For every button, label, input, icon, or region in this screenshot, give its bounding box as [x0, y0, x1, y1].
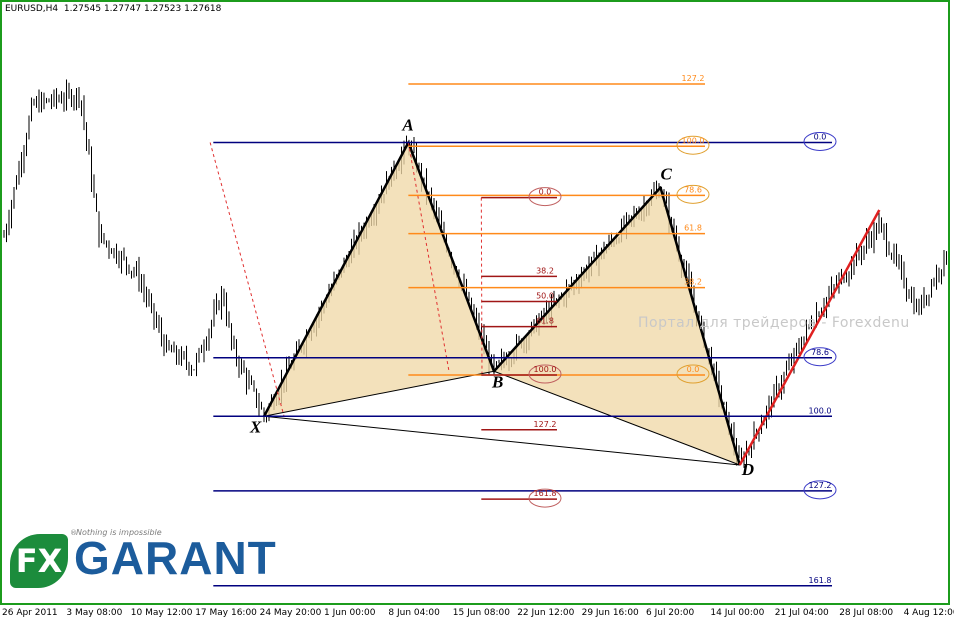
- bc-fib-label: 78.6: [684, 185, 702, 194]
- point-label-X: X: [249, 417, 262, 436]
- bc-fib-label: 100.0: [682, 136, 705, 145]
- point-label-B: B: [491, 372, 503, 391]
- ab-fib-label: 127.2: [534, 420, 557, 429]
- ohlc-values: 1.27545 1.27747 1.27523 1.27618: [63, 4, 222, 14]
- fxgarant-logo[interactable]: FX ® Nothing is impossible GARANT: [10, 527, 276, 589]
- ab-fib-label: 100.0: [534, 365, 557, 374]
- logo-name: GARANT: [74, 532, 277, 584]
- ab-fib-label: 50.0: [536, 292, 554, 301]
- x-axis-ticks: 26 Apr 2011 3 May 08:00 10 May 12:00 17 May…: [0, 608, 954, 623]
- bc-fib-label: 0.0: [687, 365, 700, 374]
- point-label-C: C: [660, 165, 672, 184]
- xa-fib-label: 78.6: [811, 348, 829, 357]
- chart-title: EURUSD,H4 1.27545 1.27747 1.27523 1.2761…: [5, 4, 221, 14]
- projection-line: [738, 209, 881, 466]
- xa-fib-label: 100.0: [809, 406, 832, 415]
- x-tick-label: 6 Jul 20:00: [646, 608, 695, 618]
- xa-fib-label: 0.0: [814, 133, 827, 142]
- x-tick-label: 4 Aug 12:00: [903, 608, 954, 618]
- ab-fib-label: 38.2: [536, 266, 554, 275]
- x-tick-label: 10 May 12:00: [130, 608, 193, 618]
- ab-fib-label: 161.8: [534, 489, 557, 498]
- x-tick-label: 22 Jun 12:00: [517, 608, 575, 618]
- harmonic-pattern-chart[interactable]: 0.0 78.6 100.0 127.2 161.8 127.2 100.0 78.6 61.8…: [0, 0, 950, 605]
- x-tick-label: 28 Jul 08:00: [839, 608, 894, 618]
- xa-fib-label: 161.8: [809, 576, 832, 585]
- xa-fib-label: 127.2: [809, 481, 832, 490]
- x-tick-label: 8 Jun 04:00: [388, 608, 440, 618]
- x-tick-label: 3 May 08:00: [66, 608, 123, 618]
- bc-fib-label: 127.2: [682, 74, 705, 83]
- bc-fib-label: 61.8: [684, 224, 702, 233]
- watermark-text: Портал для трейдеров - Forexdenu: [638, 315, 910, 331]
- ab-fib-label: 61.8: [536, 317, 554, 326]
- x-tick-label: 17 May 16:00: [195, 608, 257, 618]
- bc-fib-label: 38.2: [684, 278, 702, 287]
- point-label-D: D: [741, 460, 754, 479]
- x-tick-label: 29 Jun 16:00: [581, 608, 639, 618]
- x-tick-label: 14 Jul 00:00: [710, 608, 765, 618]
- ab-fib-label: 0.0: [539, 188, 552, 197]
- x-tick-label: 15 Jun 08:00: [452, 608, 510, 618]
- x-tick-label: 26 Apr 2011: [2, 608, 58, 618]
- x-tick-label: 21 Jul 04:00: [774, 608, 829, 618]
- symbol-label: EURUSD,H4: [5, 4, 59, 14]
- dashed-guide: [209, 142, 285, 417]
- x-tick-label: 24 May 20:00: [259, 608, 322, 618]
- x-tick-label: 1 Jun 00:00: [324, 608, 376, 618]
- point-label-A: A: [401, 116, 413, 135]
- fx-logo-icon: FX: [10, 534, 68, 588]
